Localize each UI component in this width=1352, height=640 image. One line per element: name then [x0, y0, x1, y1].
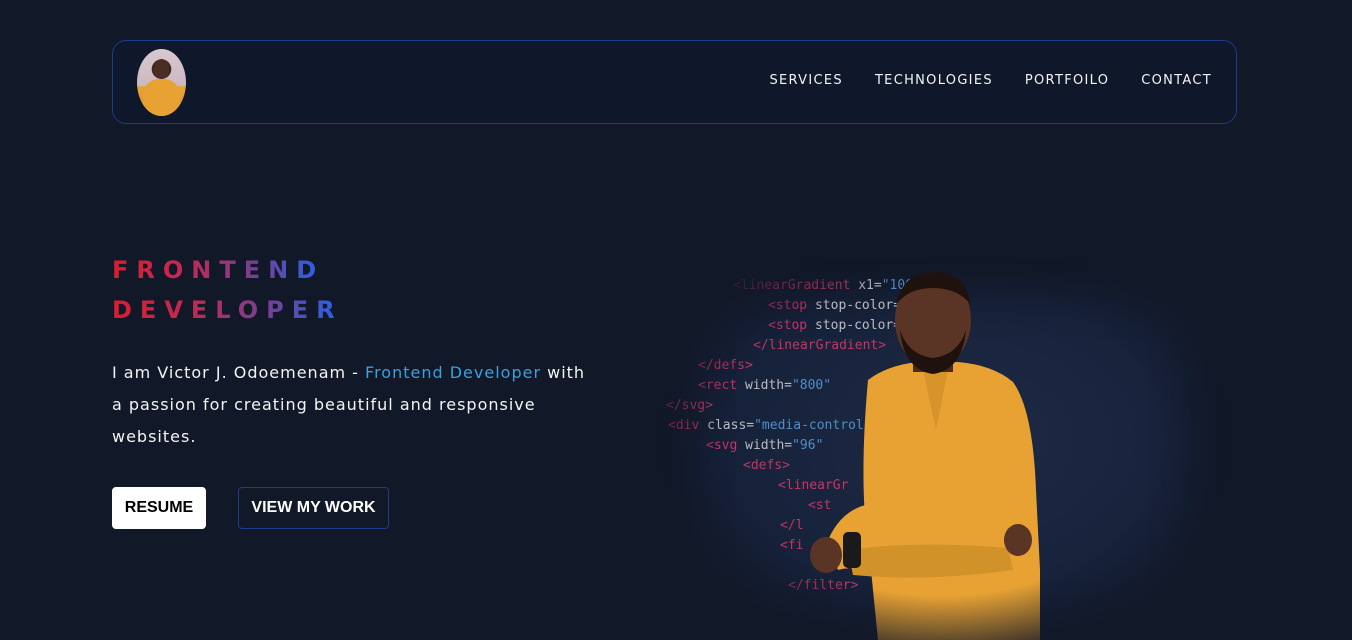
hero-intro: I am Victor J. Odoemenam - Frontend Deve… [112, 357, 592, 453]
intro-accent: Frontend Developer [365, 363, 542, 382]
code-line: </defs> [698, 358, 753, 373]
resume-button[interactable]: RESUME [112, 487, 206, 529]
nav-links: SERVICES TECHNOLOGIES PORTFOILO CONTACT [769, 73, 1212, 88]
code-line: <defs> [743, 458, 790, 473]
code-line: <svg width="96" [706, 438, 824, 453]
intro-prefix: I am Victor J. Odoemenam - [112, 363, 366, 382]
hero-title-line2: DEVELOPER [112, 290, 343, 330]
code-line: <fi [780, 538, 804, 553]
nav-link-portfolio[interactable]: PORTFOILO [1025, 73, 1109, 88]
developer-portrait [810, 272, 1040, 640]
navbar: SERVICES TECHNOLOGIES PORTFOILO CONTACT [112, 40, 1237, 124]
hero-title-line1: FRONTEND [112, 250, 324, 290]
nav-link-services[interactable]: SERVICES [769, 73, 842, 88]
avatar-body [143, 79, 180, 116]
nav-link-technologies[interactable]: TECHNOLOGIES [875, 73, 993, 88]
hero-title: FRONTEND DEVELOPER [112, 250, 343, 330]
code-line: </l [780, 518, 804, 533]
hero-image: <linearGradient x1="100%"<stop stop-colo… [658, 240, 1226, 640]
view-my-work-button[interactable]: VIEW MY WORK [238, 487, 389, 529]
avatar-head [154, 59, 169, 79]
code-line: </svg> [666, 398, 713, 413]
avatar[interactable] [137, 49, 186, 116]
nav-link-contact[interactable]: CONTACT [1141, 73, 1212, 88]
